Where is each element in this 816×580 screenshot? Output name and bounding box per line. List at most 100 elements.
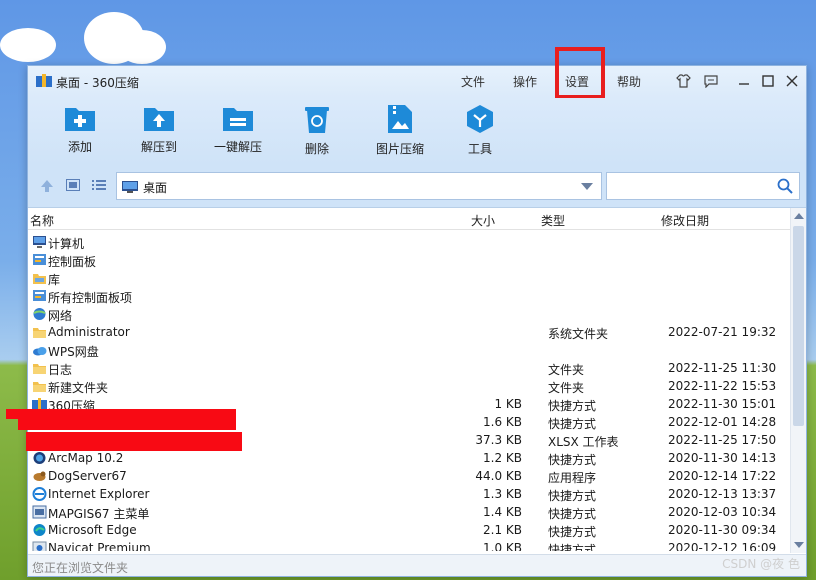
file-row[interactable]: 日志 文件夹 2022-11-25 11:30 bbox=[28, 359, 790, 377]
file-name: ArcMap 10.2 bbox=[48, 451, 124, 465]
file-type: 快捷方式 bbox=[548, 399, 597, 413]
file-date: 2020-12-03 10:34 bbox=[668, 505, 777, 519]
delete-label: 删除 bbox=[304, 142, 329, 156]
file-size: 37.3 KB bbox=[475, 433, 522, 447]
file-name: Navicat Premium bbox=[48, 541, 151, 551]
skin-button[interactable] bbox=[674, 72, 692, 90]
file-name: MAPGIS67 主菜单 bbox=[48, 507, 150, 521]
archive-app-icon bbox=[36, 74, 52, 87]
file-row[interactable]: WPS网盘 bbox=[28, 341, 790, 359]
column-name[interactable]: 名称 bbox=[30, 212, 54, 229]
tools-label: 工具 bbox=[467, 142, 492, 156]
one-click-extract-button[interactable]: 一键解压 bbox=[200, 104, 276, 155]
recycle-bin-icon bbox=[305, 107, 329, 133]
delete-button[interactable]: 删除 bbox=[279, 104, 355, 157]
file-row[interactable]: DogServer67 44.0 KB 应用程序 2020-12-14 17:22 bbox=[28, 467, 790, 485]
scroll-down-icon[interactable] bbox=[794, 542, 804, 548]
add-button[interactable]: 添加 bbox=[42, 104, 118, 155]
extract-to-button[interactable]: 解压到 bbox=[121, 104, 197, 155]
file-type: 快捷方式 bbox=[548, 453, 597, 467]
file-row[interactable]: 库 bbox=[28, 269, 790, 287]
file-name: 新建文件夹 bbox=[48, 381, 109, 395]
minimize-button[interactable] bbox=[735, 72, 753, 90]
menu-help[interactable]: 帮助 bbox=[617, 73, 641, 90]
file-date: 2022-11-22 15:53 bbox=[668, 379, 777, 393]
message-icon bbox=[704, 74, 718, 88]
folder-icon bbox=[33, 328, 46, 338]
file-size: 1.2 KB bbox=[483, 451, 522, 465]
menu-operation[interactable]: 操作 bbox=[513, 73, 537, 90]
file-name: 计算机 bbox=[48, 237, 85, 251]
folder-icon bbox=[33, 382, 46, 392]
file-row[interactable]: MAPGIS67 主菜单 1.4 KB 快捷方式 2020-12-03 10:34 bbox=[28, 503, 790, 521]
file-row[interactable]: Navicat Premium 1.0 KB 快捷方式 2020-12-12 16:0… bbox=[28, 539, 790, 551]
folder-icon bbox=[33, 364, 46, 374]
file-date: 2022-11-30 15:01 bbox=[668, 397, 777, 411]
file-date: 2020-12-13 13:37 bbox=[668, 487, 777, 501]
app-window: 桌面 - 360压缩 文件 操作 设置 帮助 添加 解压到 一键解压 删除 图片… bbox=[27, 47, 807, 577]
feedback-button[interactable] bbox=[702, 72, 720, 90]
file-type: 快捷方式 bbox=[548, 417, 597, 431]
title-bar[interactable]: 桌面 - 360压缩 文件 操作 设置 帮助 bbox=[28, 47, 806, 99]
file-name: DogServer67 bbox=[48, 469, 127, 483]
desktop-icon bbox=[122, 181, 138, 193]
file-name: Microsoft Edge bbox=[48, 523, 137, 537]
mapgis-icon bbox=[32, 505, 47, 519]
dog-icon bbox=[33, 471, 46, 481]
address-field[interactable]: 桌面 bbox=[116, 172, 602, 200]
address-dropdown-icon[interactable] bbox=[581, 183, 593, 190]
file-row[interactable]: Microsoft Edge 2.1 KB 快捷方式 2020-11-30 09:34 bbox=[28, 521, 790, 539]
file-date: 2020-11-30 14:13 bbox=[668, 451, 777, 465]
file-date: 2022-11-25 17:50 bbox=[668, 433, 777, 447]
close-button[interactable] bbox=[783, 72, 801, 90]
status-bar: 您正在浏览文件夹 bbox=[28, 554, 806, 576]
image-compress-label: 图片压缩 bbox=[375, 142, 424, 156]
network-icon bbox=[33, 308, 46, 320]
file-row[interactable]: Administrator 系统文件夹 2022-07-21 19:32 bbox=[28, 323, 790, 341]
file-row[interactable]: 新建文件夹 文件夹 2022-11-22 15:53 bbox=[28, 377, 790, 395]
extract-icon bbox=[144, 108, 174, 131]
tools-button[interactable]: 工具 bbox=[442, 104, 518, 157]
image-compress-button[interactable]: 图片压缩 bbox=[362, 104, 438, 157]
search-input[interactable] bbox=[611, 176, 771, 196]
tools-icon bbox=[467, 105, 493, 133]
column-date[interactable]: 修改日期 bbox=[661, 212, 709, 229]
status-text: 您正在浏览文件夹 bbox=[32, 561, 129, 575]
list-view-icon[interactable] bbox=[92, 179, 106, 191]
file-row[interactable]: ArcMap 10.2 1.2 KB 快捷方式 2020-11-30 14:13 bbox=[28, 449, 790, 467]
file-date: 2020-12-14 17:22 bbox=[668, 469, 777, 483]
scroll-thumb[interactable] bbox=[793, 226, 804, 426]
file-size: 1.4 KB bbox=[483, 505, 522, 519]
control-panel-icon bbox=[33, 290, 46, 301]
search-field[interactable] bbox=[606, 172, 800, 200]
computer-icon bbox=[33, 236, 46, 248]
column-type[interactable]: 类型 bbox=[541, 212, 565, 229]
column-size[interactable]: 大小 bbox=[471, 212, 495, 229]
file-name: 日志 bbox=[48, 363, 73, 377]
image-compress-icon bbox=[388, 105, 412, 133]
search-icon[interactable] bbox=[777, 178, 793, 194]
redaction-mark bbox=[26, 432, 242, 451]
close-icon bbox=[786, 75, 798, 87]
vertical-scrollbar[interactable] bbox=[790, 208, 806, 553]
file-row[interactable]: Internet Explorer 1.3 KB 快捷方式 2020-12-13 13… bbox=[28, 485, 790, 503]
file-row[interactable]: 所有控制面板项 bbox=[28, 287, 790, 305]
file-row[interactable]: 网络 bbox=[28, 305, 790, 323]
one-click-extract-icon bbox=[223, 108, 253, 131]
maximize-button[interactable] bbox=[759, 72, 777, 90]
thumbnail-view-icon[interactable] bbox=[66, 179, 80, 191]
toolbar: 添加 解压到 一键解压 删除 图片压缩 工具 bbox=[28, 98, 806, 164]
file-type: 快捷方式 bbox=[548, 489, 597, 503]
cloud-drive-icon bbox=[33, 347, 47, 356]
file-row[interactable]: 计算机 bbox=[28, 233, 790, 251]
cloud-decoration bbox=[118, 30, 166, 64]
up-arrow-icon[interactable] bbox=[40, 179, 54, 193]
file-size: 1.0 KB bbox=[483, 541, 522, 551]
scroll-up-icon[interactable] bbox=[794, 213, 804, 219]
menu-file[interactable]: 文件 bbox=[461, 73, 485, 90]
file-type: 快捷方式 bbox=[548, 543, 597, 551]
file-date: 2022-11-25 11:30 bbox=[668, 361, 777, 375]
file-name: WPS网盘 bbox=[48, 345, 99, 359]
file-row[interactable]: 控制面板 bbox=[28, 251, 790, 269]
file-name: 所有控制面板项 bbox=[48, 291, 133, 305]
